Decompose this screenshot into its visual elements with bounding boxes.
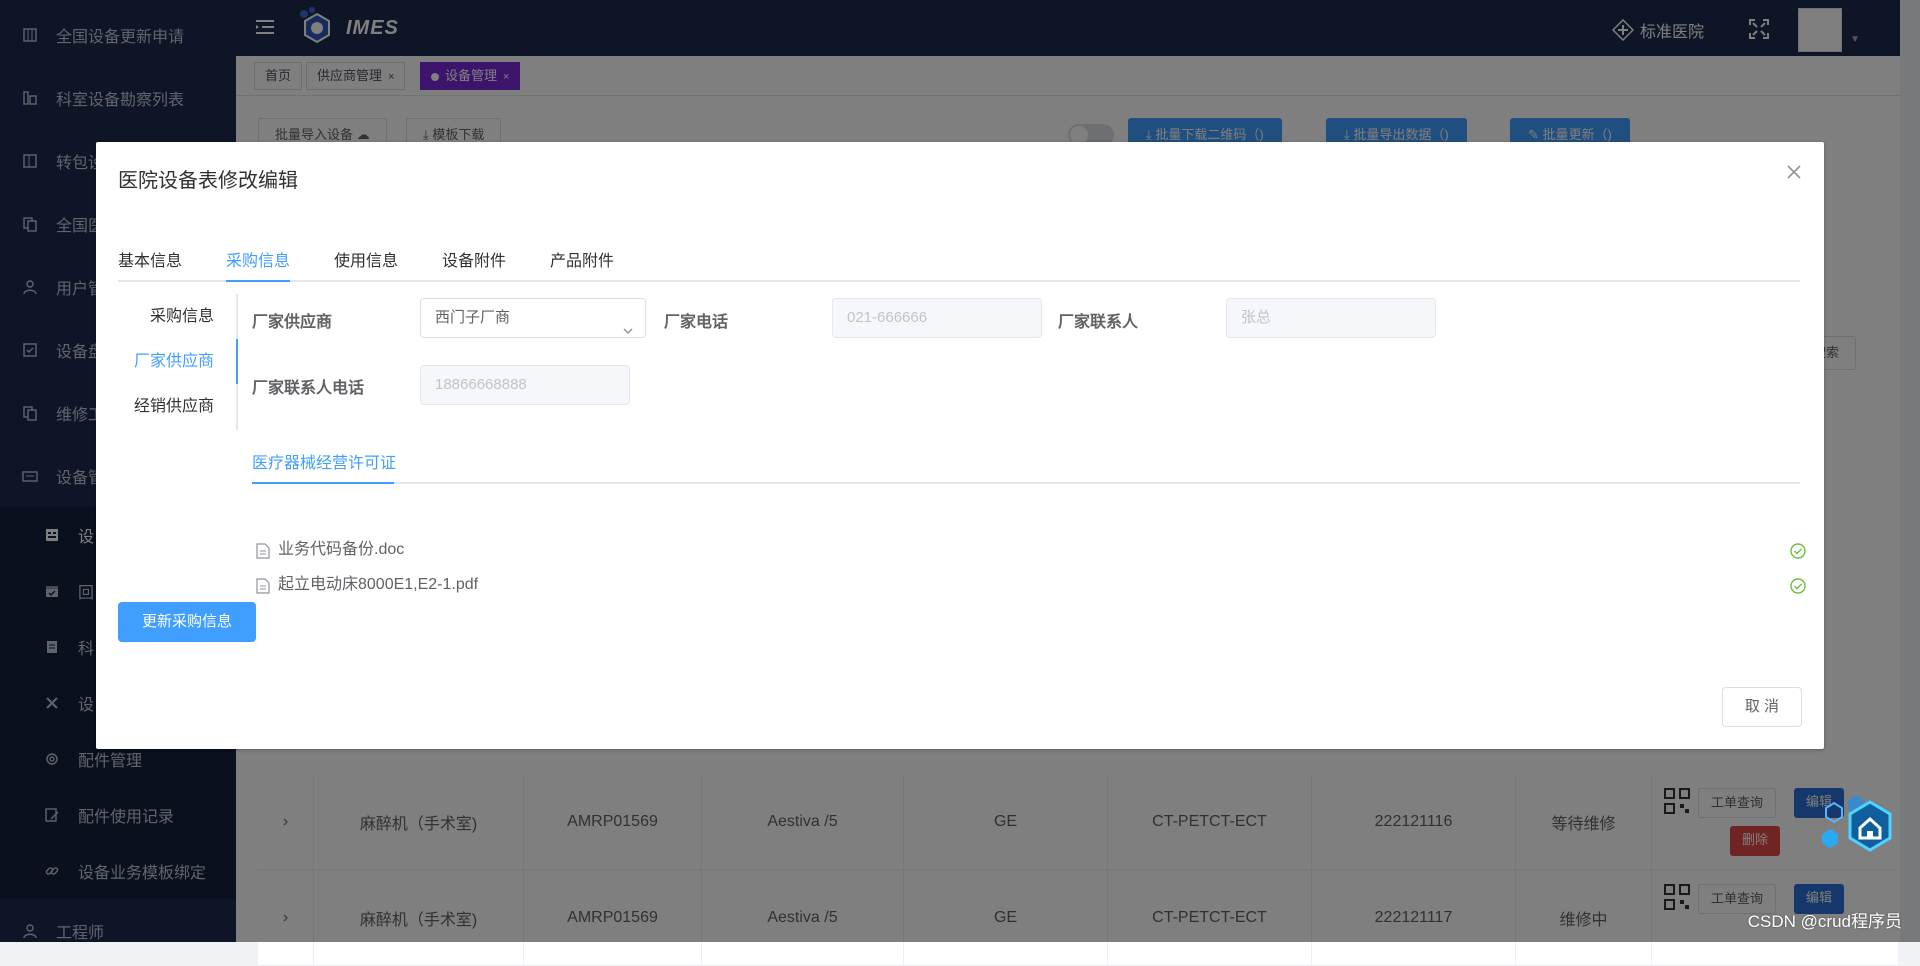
tab-purchase-info[interactable]: 采购信息 [226, 242, 290, 282]
phone-label: 厂家电话 [664, 308, 728, 332]
tab-product-attachments[interactable]: 产品附件 [550, 242, 614, 282]
dialog-title: 医院设备表修改编辑 [118, 164, 298, 193]
file-name: 业务代码备份.doc [278, 541, 404, 558]
chevron-down-icon [623, 313, 633, 323]
tab-device-attachments[interactable]: 设备附件 [442, 242, 506, 282]
side-tab-purchase[interactable]: 采购信息 [150, 294, 214, 339]
success-icon [1790, 542, 1806, 558]
close-icon[interactable] [1786, 164, 1802, 180]
dialog-tabs: 基本信息 采购信息 使用信息 设备附件 产品附件 [118, 242, 1800, 282]
supplier-select[interactable]: 西门子厂商 [420, 298, 646, 338]
contact-phone-input[interactable]: 18866668888 [420, 365, 630, 405]
phone-input[interactable]: 021-666666 [832, 298, 1042, 338]
supplier-value: 西门子厂商 [435, 309, 510, 326]
home-icon[interactable] [1808, 786, 1908, 886]
side-tab-manufacturer[interactable]: 厂家供应商 [134, 339, 214, 384]
file-item[interactable]: 业务代码备份.doc [256, 537, 1806, 563]
contact-label: 厂家联系人 [1058, 308, 1138, 332]
edit-dialog: 医院设备表修改编辑 基本信息 采购信息 使用信息 设备附件 产品附件 采购信息 … [96, 142, 1824, 749]
supplier-label: 厂家供应商 [252, 308, 332, 332]
contact-input[interactable]: 张总 [1226, 298, 1436, 338]
document-icon [256, 577, 270, 593]
file-name: 起立电动床8000E1,E2-1.pdf [278, 576, 478, 593]
tab-license[interactable]: 医疗器械经营许可证 [252, 444, 396, 484]
license-tabs: 医疗器械经营许可证 [252, 444, 1800, 484]
tab-active-bar [252, 482, 394, 484]
side-tabs: 采购信息 厂家供应商 经销供应商 [118, 294, 238, 430]
side-tab-distributor[interactable]: 经销供应商 [134, 384, 214, 429]
cancel-button[interactable]: 取 消 [1722, 687, 1802, 727]
watermark: CSDN @crud程序员 [1748, 907, 1902, 932]
tab-active-bar [226, 280, 290, 282]
tab-usage-info[interactable]: 使用信息 [334, 242, 398, 282]
contact-phone-label: 厂家联系人电话 [252, 374, 364, 398]
file-item[interactable]: 起立电动床8000E1,E2-1.pdf [256, 572, 1806, 598]
side-tab-active-bar [236, 339, 238, 384]
tab-basic-info[interactable]: 基本信息 [118, 242, 182, 282]
success-icon [1790, 577, 1806, 593]
document-icon [256, 542, 270, 558]
update-purchase-button[interactable]: 更新采购信息 [118, 602, 256, 642]
